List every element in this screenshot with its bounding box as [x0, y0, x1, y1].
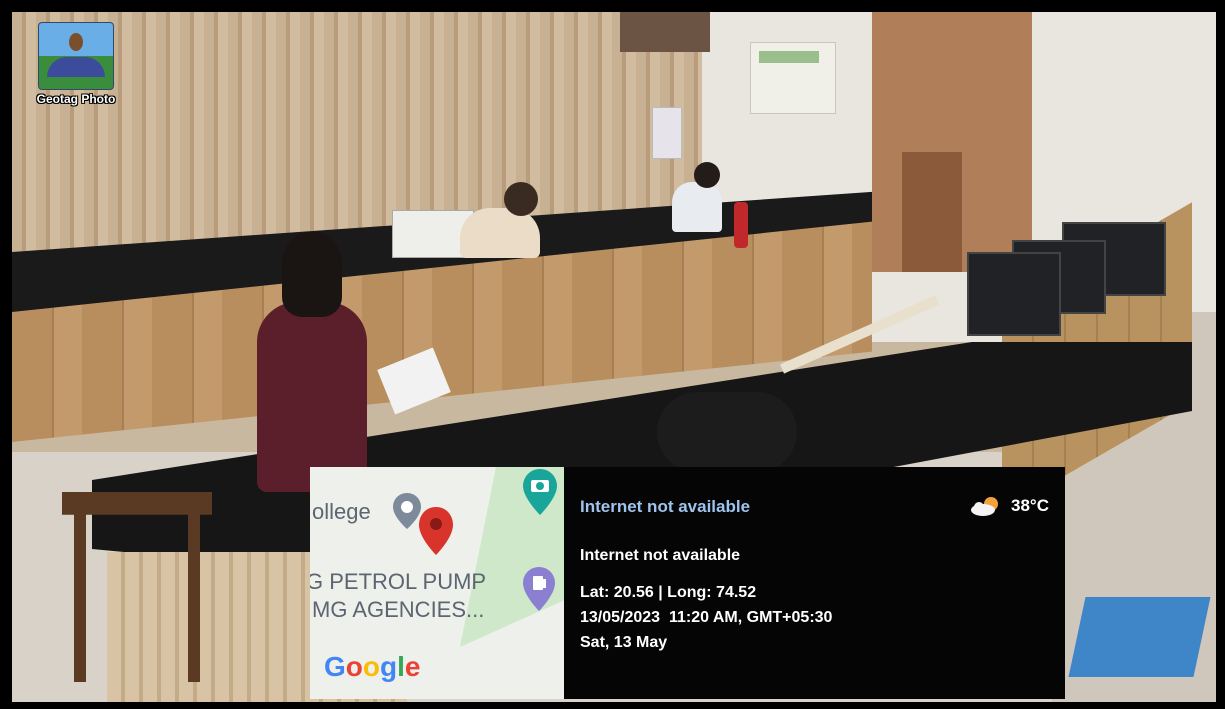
day-line: Sat, 13 May — [580, 634, 668, 651]
student-body — [460, 208, 540, 258]
standing-student — [252, 232, 372, 492]
camera-pin-icon — [523, 469, 557, 515]
google-g: G — [324, 651, 346, 682]
temperature: 38°C — [1011, 496, 1049, 515]
geotag-photo-app-icon — [38, 22, 114, 90]
red-bottle — [734, 202, 748, 248]
google-attribution: Google — [324, 651, 420, 683]
map-label-college: ollege — [312, 499, 371, 524]
window — [620, 12, 710, 52]
datetime-line: 13/05/2023 11:20 AM, GMT+05:30 — [580, 609, 833, 626]
fuel-pin-icon — [523, 567, 555, 611]
app-label: Geotag Photo — [36, 92, 116, 106]
location-info-panel: Internet not available 38°C Internet not… — [564, 467, 1065, 699]
location-pin-icon — [419, 507, 453, 555]
map-label-agencies: MG AGENCIES... — [312, 597, 485, 622]
coordinates-line: Lat: 20.56 | Long: 74.52 — [580, 584, 757, 601]
app-icon-figure — [69, 33, 83, 51]
student-hair — [282, 232, 342, 317]
lab-apparatus — [657, 392, 797, 472]
google-e: e — [404, 651, 421, 682]
google-o1: o — [345, 651, 363, 682]
google-g2: g — [380, 651, 398, 682]
blue-table — [1068, 597, 1211, 677]
app-icon-road — [47, 57, 105, 77]
background-student-head — [694, 162, 720, 188]
address-line: Internet not available — [580, 547, 741, 564]
partly-cloudy-icon — [971, 497, 999, 516]
weather-readout: 38°C — [969, 495, 1049, 517]
map-label-petrol-pump: G PETROL PUMP — [310, 569, 487, 594]
background-student — [672, 162, 722, 232]
info-title: Internet not available — [580, 497, 751, 516]
student-body — [257, 302, 367, 492]
seated-student — [460, 182, 540, 262]
computer-monitor — [967, 252, 1061, 336]
google-o2: o — [362, 651, 380, 682]
wall-poster — [652, 107, 682, 159]
app-badge: Geotag Photo — [18, 22, 134, 106]
photo-frame: Geotag Photo ollege G PETROL PUMP MG AGE… — [0, 0, 1225, 709]
map-thumbnail: ollege G PETROL PUMP MG AGENCIES... Goog… — [310, 467, 564, 699]
student-head — [504, 182, 538, 216]
background-student-body — [672, 182, 722, 232]
notice-board — [750, 42, 836, 114]
geotag-overlay: ollege G PETROL PUMP MG AGENCIES... Goog… — [310, 467, 1065, 699]
door — [902, 152, 962, 272]
google-l: l — [397, 651, 405, 682]
